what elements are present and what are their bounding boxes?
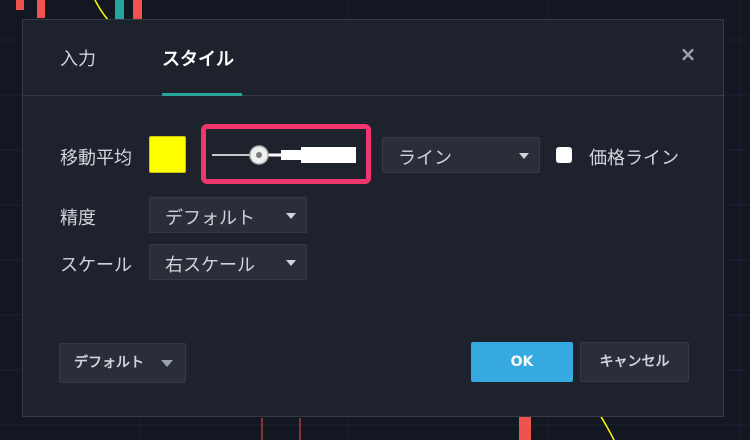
chevron-down-icon — [286, 260, 296, 266]
moving-average-line — [94, 0, 109, 21]
moving-average-label: 移動平均 — [60, 148, 132, 169]
chevron-down-icon — [286, 213, 296, 219]
price-line-checkbox[interactable] — [556, 147, 572, 163]
color-picker-swatch[interactable] — [149, 136, 186, 173]
scale-value: 右スケール — [165, 255, 255, 276]
indicator-settings-dialog: 入力 スタイル × 移動平均 ライン 価格ライン 精度 デフォルト スケール 右… — [22, 19, 724, 417]
tab-bar: 入力 スタイル — [23, 20, 723, 96]
precision-label: 精度 — [60, 208, 96, 229]
scale-label: スケール — [60, 255, 132, 276]
candle — [133, 0, 142, 20]
candle — [519, 417, 531, 440]
tab-style[interactable]: スタイル — [162, 45, 234, 71]
moving-average-line — [599, 414, 615, 440]
cancel-button[interactable]: キャンセル — [580, 342, 689, 382]
scale-select[interactable]: 右スケール — [149, 244, 307, 280]
defaults-button-label: デフォルト — [74, 355, 144, 371]
close-icon[interactable]: × — [678, 44, 698, 64]
defaults-button[interactable]: デフォルト — [59, 343, 186, 383]
active-tab-indicator — [162, 93, 242, 96]
precision-value: デフォルト — [165, 208, 255, 229]
chevron-down-icon — [161, 360, 173, 367]
ok-button[interactable]: OK — [471, 342, 573, 382]
line-thickness-slider[interactable] — [212, 140, 357, 170]
line-type-select[interactable]: ライン — [382, 137, 540, 173]
candle — [16, 0, 24, 10]
tab-input[interactable]: 入力 — [60, 45, 96, 71]
candle — [37, 0, 45, 18]
line-type-value: ライン — [398, 148, 452, 169]
price-line-label: 価格ライン — [589, 148, 679, 169]
precision-select[interactable]: デフォルト — [149, 197, 307, 233]
chevron-down-icon — [519, 153, 529, 159]
candle — [115, 0, 124, 20]
